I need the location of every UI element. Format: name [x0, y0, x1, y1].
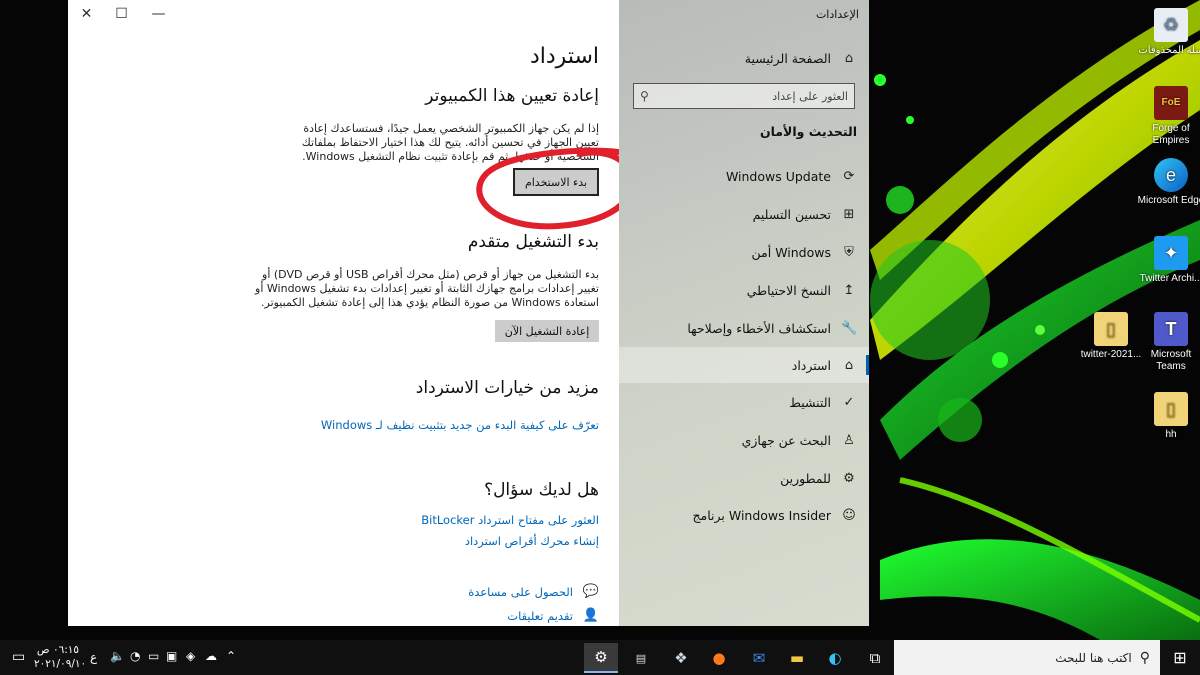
onedrive-icon[interactable]: ☁ [205, 649, 217, 663]
desktop-icon-microsoft-edge[interactable]: e Microsoft Edge [1136, 158, 1200, 207]
amazon-icon: ▤ [635, 651, 647, 665]
create-recovery-drive-link[interactable]: إنشاء محرك أقراص استرداد [465, 534, 599, 548]
recovery-icon: ⌂ [844, 357, 854, 373]
task-view-icon: ⧉ [869, 649, 881, 667]
clean-install-link[interactable]: تعرّف على كيفية البدء من جديد بتثبيت نظي… [321, 418, 599, 432]
get-started-button[interactable]: بدء الاستخدام [513, 168, 599, 196]
search-icon: ⚲ [640, 89, 649, 103]
sync-tray-icon[interactable]: ◈ [186, 649, 195, 663]
ime-icon[interactable]: ▣ [166, 649, 177, 663]
home-icon: ⌂ [844, 50, 854, 66]
app-title: الإعدادات [815, 8, 859, 21]
wrench-icon: 🔧 [841, 320, 858, 336]
taskbar-settings[interactable]: ⚙ [584, 643, 618, 673]
file-explorer-icon: ▬ [789, 649, 805, 667]
start-button[interactable]: ⊞ [1160, 640, 1200, 675]
forge-of-empires-icon: FoE [1154, 86, 1188, 120]
folder-icon: ▯ [1154, 392, 1188, 426]
windows-logo-icon: ⊞ [1173, 648, 1187, 667]
feedback-icon: 👤 [582, 608, 599, 623]
sidebar-item-troubleshoot[interactable]: 🔧 استكشاف الأخطاء وإصلاحها [619, 310, 869, 346]
clock-date: ٢٠٢١/٠٩/١٠ [34, 658, 87, 670]
more-options-heading: مزيد من خيارات الاسترداد [415, 378, 599, 398]
sidebar-item-developers[interactable]: ⚙ للمطورين [619, 460, 869, 496]
desktop-icon-recycle-bin[interactable]: ♻ سلة المحذوفات [1136, 8, 1200, 57]
settings-icon: ⚙ [594, 648, 608, 666]
clock-time: ٠٦:١٥ ص [36, 644, 80, 656]
folder-icon: ▯ [1094, 312, 1128, 346]
taskbar-edge[interactable]: ◐ [818, 643, 852, 673]
restart-now-button[interactable]: إعادة التشغيل الآن [495, 320, 599, 342]
reset-heading: إعادة تعيين هذا الكمبيوتر [425, 86, 599, 106]
taskbar-search-box[interactable]: ⚲ اكتب هنا للبحث [894, 640, 1160, 675]
advanced-startup-heading: بدء التشغيل متقدم [467, 232, 599, 252]
sidebar-item-activation[interactable]: ✓ التنشيط [619, 384, 869, 420]
mail-icon: ✉ [752, 649, 766, 667]
notification-button[interactable]: ▭ [12, 649, 25, 665]
taskbar-amazon[interactable]: ▤ [624, 643, 658, 673]
microsoft-edge-icon: e [1154, 158, 1188, 192]
backup-icon: ↥ [843, 282, 855, 298]
notification-icon: ▭ [12, 649, 26, 665]
active-indicator [866, 355, 869, 375]
sidebar-item-recovery[interactable]: ⌂ استرداد [619, 347, 869, 383]
get-help-link[interactable]: 💬 الحصول على مساعدة [468, 584, 599, 599]
twitter-icon: ✦ [1154, 236, 1188, 270]
main-content: استرداد إعادة تعيين هذا الكمبيوتر إذا لم… [68, 0, 619, 626]
battery-icon[interactable]: ▭ [148, 649, 159, 663]
activation-icon: ✓ [843, 394, 855, 410]
sidebar-item-backup[interactable]: ↥ النسخ الاحتياطي [619, 272, 869, 308]
reset-description: إذا لم يكن جهاز الكمبيوتر الشخصي يعمل جي… [301, 122, 599, 163]
taskbar-file-explorer[interactable]: ▬ [780, 643, 814, 673]
sidebar-item-windows-update[interactable]: ⟳ Windows Update [619, 158, 869, 194]
microsoft-teams-icon: T [1154, 312, 1188, 346]
shield-icon: ⛨ [844, 244, 854, 260]
taskbar-firefox[interactable]: ● [702, 643, 736, 673]
desktop-icon-twitter[interactable]: ✦ Twitter Archi... [1136, 236, 1200, 285]
desktop-icon-forge-of-empires[interactable]: FoE Forge of Empires [1136, 86, 1200, 147]
page-title: استرداد [529, 44, 599, 69]
chevron-up-icon[interactable]: ⌃ [226, 649, 236, 663]
taskbar-dropbox[interactable]: ❖ [664, 643, 698, 673]
give-feedback-link[interactable]: 👤 تقديم تعليقات [507, 608, 599, 623]
task-view-button[interactable]: ⧉ [858, 643, 892, 673]
sidebar-item-find-my-device[interactable]: ♙ البحث عن جهازي [619, 422, 869, 458]
advanced-startup-description: بدء التشغيل من جهاز أو قرص (مثل محرك أقر… [255, 268, 599, 309]
dropbox-icon: ❖ [674, 649, 688, 667]
bitlocker-key-link[interactable]: العثور على مفتاح استرداد BitLocker [421, 513, 599, 527]
wifi-icon[interactable]: ◔ [130, 649, 140, 663]
delivery-icon: ⊞ [843, 206, 855, 222]
firefox-icon: ● [712, 649, 726, 667]
volume-icon[interactable]: 🔈 [110, 649, 125, 663]
sync-icon: ⟳ [843, 168, 855, 184]
sidebar-item-windows-security[interactable]: ⛨ أمن Windows [619, 234, 869, 270]
sidebar-item-delivery-optimization[interactable]: ⊞ تحسين التسليم [619, 196, 869, 232]
question-heading: هل لديك سؤال؟ [484, 480, 599, 500]
settings-sidebar: الإعدادات ⌂ الصفحة الرئيسية ⚲ العثور على… [619, 0, 869, 626]
clock[interactable]: ٠٦:١٥ ص ٢٠٢١/٠٩/١٠ [34, 643, 87, 671]
sidebar-item-home[interactable]: ⌂ الصفحة الرئيسية [619, 40, 869, 76]
desktop-icon-microsoft-teams[interactable]: T Microsoft Teams [1136, 312, 1200, 373]
developer-icon: ⚙ [843, 470, 855, 486]
recycle-bin-icon: ♻ [1154, 8, 1188, 42]
sidebar-item-windows-insider[interactable]: ☺ برنامج Windows Insider [619, 497, 869, 533]
insider-icon: ☺ [842, 507, 856, 523]
search-icon: ⚲ [1139, 649, 1150, 666]
settings-window: ✕ ☐ — استرداد إعادة تعيين هذا الكمبيوتر … [68, 0, 869, 626]
find-device-icon: ♙ [843, 432, 855, 448]
input-language[interactable]: ع [90, 650, 97, 664]
help-chat-icon: 💬 [582, 584, 599, 599]
taskbar: ⊞ ⚲ اكتب هنا للبحث ⧉ ◐ ▬ ✉ ● ❖ ▤ ⚙ ▭ ٠٦:… [0, 640, 1200, 675]
section-heading: التحديث والأمان [759, 124, 857, 139]
settings-search-input[interactable]: ⚲ العثور على إعداد [633, 83, 855, 109]
taskbar-mail[interactable]: ✉ [742, 643, 776, 673]
edge-icon: ◐ [828, 649, 842, 667]
desktop-icon-hh-folder[interactable]: ▯ hh [1136, 392, 1200, 441]
